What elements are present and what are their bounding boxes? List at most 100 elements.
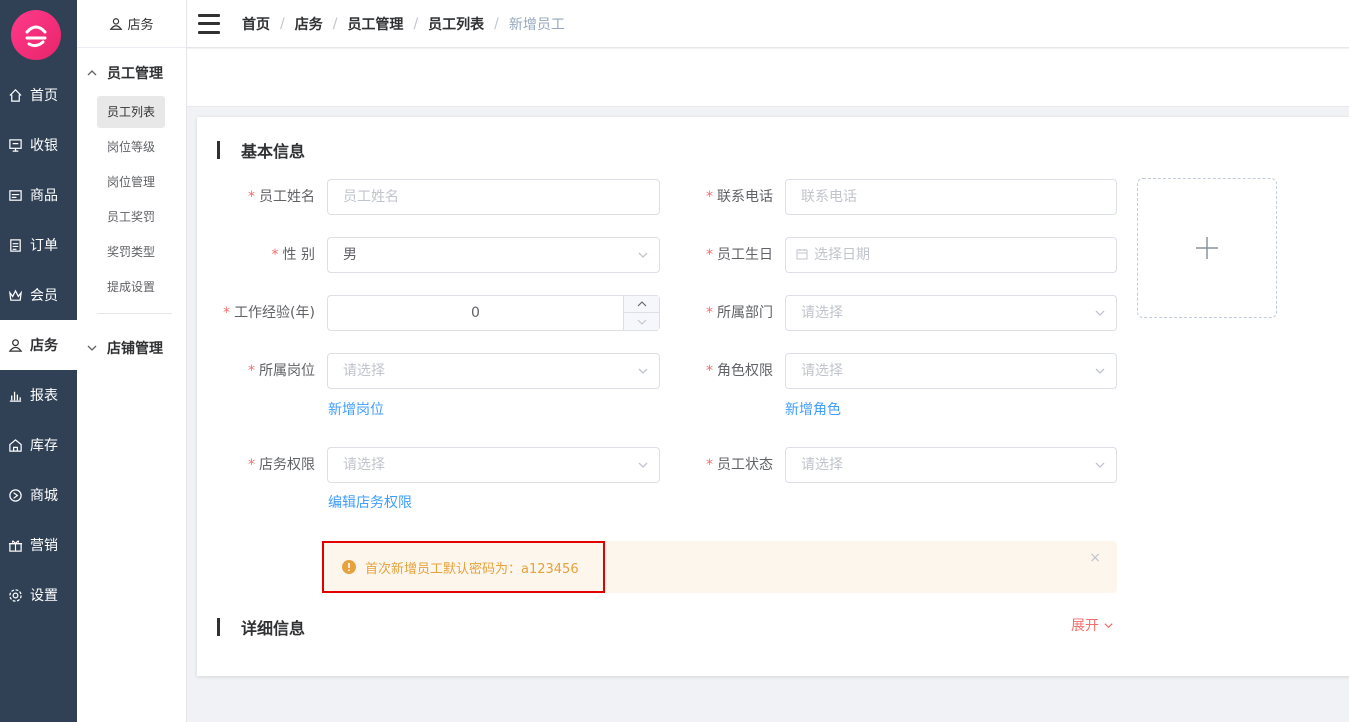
sub-sidebar: 店务 员工管理 员工列表 岗位等级 岗位管理 员工奖罚 奖罚类型 提成设置 店铺… [77,0,187,722]
rail-label: 库存 [30,438,58,454]
rail-label: 营销 [30,538,58,554]
goods-icon [6,186,24,204]
birthday-date-picker[interactable]: 选择日期 [785,237,1117,273]
section-title: 详细信息 [241,619,306,638]
divider [97,313,172,314]
staff-icon [6,336,24,354]
birthday-label: * 员工生日 [706,247,773,263]
form-card: 基本信息 * 员工姓名 员工姓名 * 联系电话 联系电话 * 性 别 男 * 员工生日 … [197,117,1349,676]
breadcrumb: 首页 / 店务 / 员工管理 / 员工列表 / 新增员工 [242,14,565,34]
department-select[interactable]: 请选择 [785,295,1117,331]
crown-icon [6,286,24,304]
calendar-icon [796,248,808,260]
rail-item-report[interactable]: 报表 [0,370,77,420]
subnav-item-reward-types[interactable]: 奖罚类型 [97,236,165,268]
store-permission-select[interactable]: 请选择 [327,447,660,483]
password-alert: 首次新增员工默认密码为：a123456 × [322,541,1117,593]
plus-icon [1196,237,1218,259]
rail-item-cashier[interactable]: 收银 [0,120,77,170]
subnav-group-shop[interactable]: 店铺管理 [87,338,163,358]
chevron-down-icon [1094,354,1106,388]
gear-icon [6,586,24,604]
brand-logo[interactable] [11,10,61,60]
rail-item-settings[interactable]: 设置 [0,570,77,620]
rail-label: 店务 [30,338,58,354]
subnav-item-staff-list[interactable]: 员工列表 [97,96,165,128]
mall-icon [6,486,24,504]
staff-name-input[interactable]: 员工姓名 [327,179,660,215]
stepper-value: 0 [471,305,480,321]
avatar-upload[interactable] [1137,178,1277,318]
chevron-down-icon [1094,448,1106,482]
rail-item-order[interactable]: 订单 [0,220,77,270]
section-detail-info: 详细信息 [217,615,305,639]
chevron-down-icon [637,238,649,272]
gift-icon [6,536,24,554]
placeholder: 请选择 [343,363,385,379]
warehouse-icon [6,436,24,454]
experience-stepper[interactable]: 0 [327,295,660,331]
stepper-buttons [623,296,659,330]
expand-toggle[interactable]: 展开 [1071,615,1114,635]
breadcrumb-home[interactable]: 首页 [242,14,270,34]
gender-select[interactable]: 男 [327,237,660,273]
rail-item-mall[interactable]: 商城 [0,470,77,520]
hamburger-icon[interactable] [198,13,220,34]
rail-label: 设置 [30,588,58,604]
chart-icon [6,386,24,404]
alert-message: 首次新增员工默认密码为：a123456 [342,541,579,593]
subnav-group-staff[interactable]: 员工管理 [87,63,163,83]
chevron-up-icon [87,68,99,78]
department-label: * 所属部门 [706,305,773,321]
breadcrumb-store-affairs[interactable]: 店务 [295,14,323,34]
chevron-down-icon [1094,296,1106,330]
rail-item-stock[interactable]: 库存 [0,420,77,470]
breadcrumb-current: 新增员工 [508,16,565,33]
placeholder: 请选择 [801,363,843,379]
close-icon[interactable]: × [1089,550,1101,566]
phone-input[interactable]: 联系电话 [785,179,1117,215]
chevron-down-icon [637,448,649,482]
top-header: 首页 / 店务 / 员工管理 / 员工列表 / 新增员工 [187,0,1349,48]
rail-label: 订单 [30,238,58,254]
rail-item-store-affairs[interactable]: 店务 [0,320,77,370]
add-position-link[interactable]: 新增岗位 [328,399,384,419]
subnav-item-staff-rewards[interactable]: 员工奖罚 [97,201,165,233]
role-label: * 角色权限 [706,363,773,379]
rail-label: 首页 [30,88,58,104]
rail-item-goods[interactable]: 商品 [0,170,77,220]
add-role-link[interactable]: 新增角色 [785,399,841,419]
group-label: 店铺管理 [107,341,163,357]
chevron-down-icon [1103,620,1114,631]
logo-icon [25,25,47,48]
main-sidebar: 首页 收银 商品 订单 会员 店务 报表 库存 商城 营销 设置 [0,0,77,722]
rail-item-home[interactable]: 首页 [0,70,77,120]
order-icon [6,236,24,254]
subnav-item-commission[interactable]: 提成设置 [97,271,165,303]
increase-button[interactable] [624,296,659,313]
rail-label: 报表 [30,388,58,404]
breadcrumb-staff-list[interactable]: 员工列表 [428,14,484,34]
section-bar [217,141,220,159]
chevron-down-icon [87,343,99,353]
store-permission-label: * 店务权限 [248,457,315,473]
phone-label: * 联系电话 [706,189,773,205]
section-title: 基本信息 [241,142,306,161]
placeholder: 请选择 [801,305,843,321]
subnav-item-position-manage[interactable]: 岗位管理 [97,166,165,198]
rail-item-marketing[interactable]: 营销 [0,520,77,570]
breadcrumb-staff-manage[interactable]: 员工管理 [347,14,403,34]
position-select[interactable]: 请选择 [327,353,660,389]
placeholder: 请选择 [343,457,385,473]
experience-label: * 工作经验(年) [223,305,315,321]
subnav-title: 店务 [127,18,154,33]
edit-store-permission-link[interactable]: 编辑店务权限 [328,492,412,512]
expand-label: 展开 [1071,618,1099,634]
rail-label: 商品 [30,188,58,204]
decrease-button[interactable] [624,313,659,330]
status-select[interactable]: 请选择 [785,447,1117,483]
subnav-header: 店务 [77,0,186,48]
role-select[interactable]: 请选择 [785,353,1117,389]
rail-item-member[interactable]: 会员 [0,270,77,320]
subnav-item-position-level[interactable]: 岗位等级 [97,131,165,163]
